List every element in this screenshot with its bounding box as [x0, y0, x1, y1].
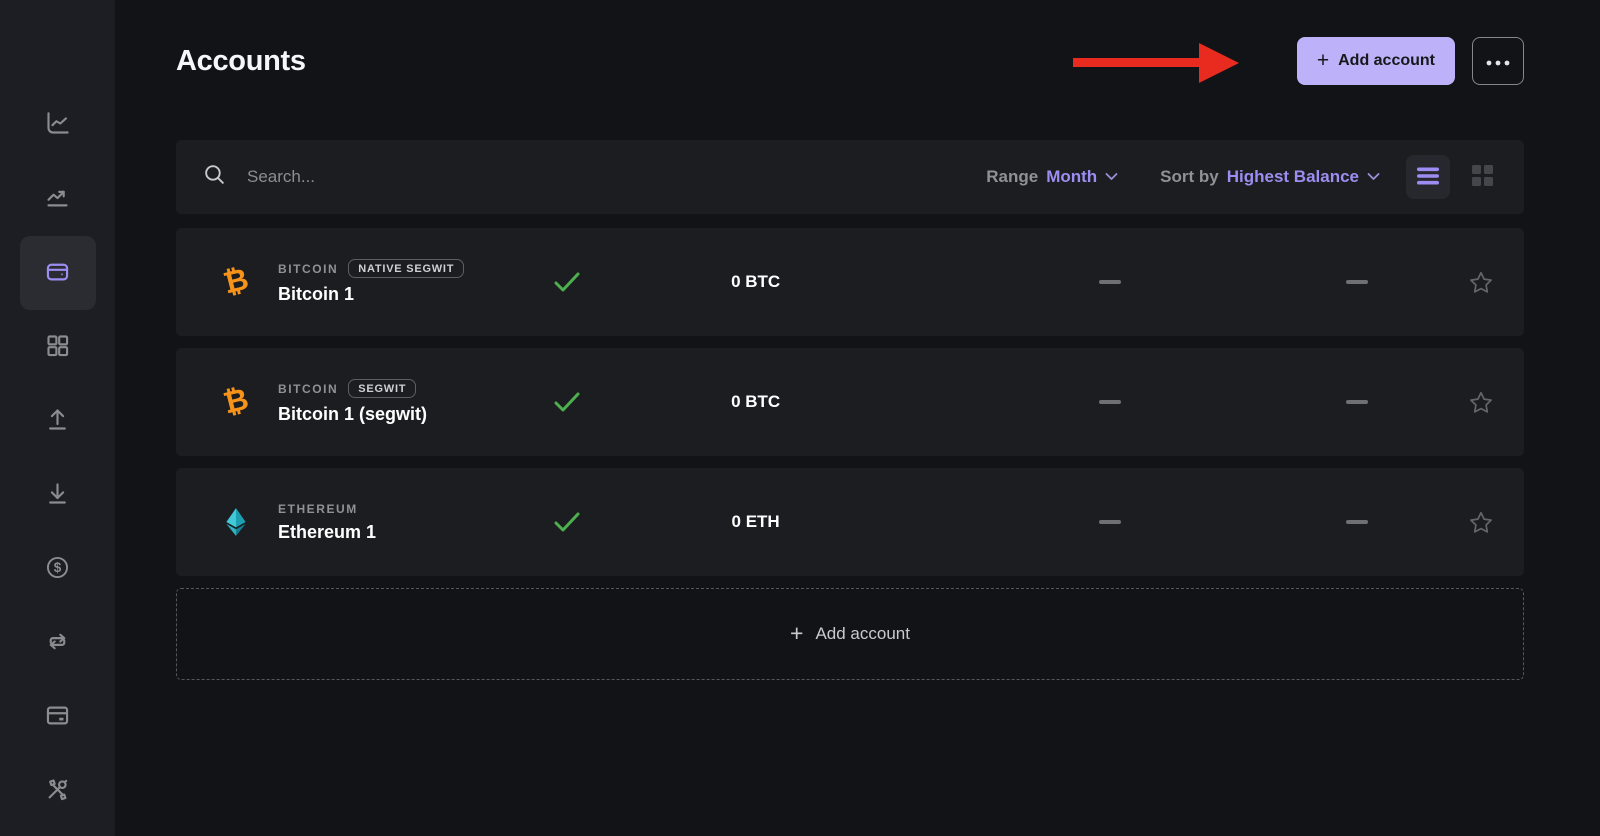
account-name: Ethereum 1 [278, 522, 376, 543]
countervalue-placeholder [1080, 468, 1140, 576]
account-info: BITCOIN SEGWIT Bitcoin 1 (segwit) [278, 379, 427, 425]
list-view-icon [1416, 166, 1440, 189]
swap-arrows-icon [44, 628, 71, 658]
add-account-dashed-label: Add account [815, 624, 910, 644]
sidebar-item-accounts[interactable] [20, 236, 96, 310]
receive-arrow-down-icon [44, 480, 71, 510]
star-favorite-icon[interactable] [1459, 348, 1503, 456]
range-dropdown[interactable]: Range Month [986, 167, 1118, 187]
search-input[interactable] [247, 167, 667, 187]
account-name: Bitcoin 1 [278, 284, 464, 305]
currency-label: BITCOIN [278, 382, 338, 396]
star-favorite-icon[interactable] [1459, 228, 1503, 336]
add-account-dashed-button[interactable]: + Add account [176, 588, 1524, 680]
sync-status-check-icon [537, 228, 597, 336]
account-row-ethereum-1[interactable]: ETHEREUM Ethereum 1 0 ETH [176, 468, 1524, 576]
accounts-page: Accounts + Add account [115, 0, 1600, 836]
apps-grid-icon [44, 332, 71, 362]
chevron-down-icon [1367, 168, 1380, 186]
range-label: Range [986, 167, 1038, 187]
account-balance: 0 BTC [731, 392, 780, 412]
countervalue-placeholder [1080, 228, 1140, 336]
add-account-button[interactable]: + Add account [1297, 37, 1455, 85]
account-row-bitcoin-1[interactable]: ₿ BITCOIN NATIVE SEGWIT Bitcoin 1 0 BTC [176, 228, 1524, 336]
sort-label: Sort by [1160, 167, 1219, 187]
account-name: Bitcoin 1 (segwit) [278, 404, 427, 425]
address-type-badge: NATIVE SEGWIT [348, 259, 464, 278]
plus-icon: + [790, 622, 803, 645]
dollar-circle-icon: $ [44, 554, 71, 584]
wallet-icon [44, 258, 71, 288]
bitcoin-icon: ₿ [216, 265, 256, 299]
account-info: BITCOIN NATIVE SEGWIT Bitcoin 1 [278, 259, 464, 305]
countervalue-placeholder [1080, 348, 1140, 456]
ellipsis-icon [1486, 54, 1510, 69]
sort-dropdown[interactable]: Sort by Highest Balance [1160, 167, 1380, 187]
sidebar-item-tools[interactable] [20, 754, 96, 828]
currency-label: ETHEREUM [278, 502, 358, 516]
account-info: ETHEREUM Ethereum 1 [278, 502, 376, 543]
sidebar-item-swap[interactable] [20, 606, 96, 680]
star-favorite-icon[interactable] [1459, 468, 1503, 576]
range-value: Month [1046, 167, 1097, 187]
send-arrow-up-icon [44, 406, 71, 436]
search-box [202, 162, 986, 192]
tools-wrench-icon [44, 776, 71, 806]
bitcoin-icon: ₿ [216, 385, 256, 419]
sync-status-check-icon [537, 348, 597, 456]
sidebar-item-portfolio[interactable] [20, 88, 96, 162]
sidebar-item-send[interactable] [20, 384, 96, 458]
portfolio-chart-icon [44, 110, 71, 140]
list-view-button[interactable] [1406, 155, 1450, 199]
header-actions: + Add account [1297, 37, 1524, 85]
more-options-button[interactable] [1472, 37, 1524, 85]
page-header: Accounts + Add account [176, 36, 1524, 86]
ethereum-icon [216, 507, 256, 537]
chevron-down-icon [1105, 168, 1118, 186]
plus-icon: + [1317, 50, 1329, 71]
add-account-button-label: Add account [1338, 52, 1435, 70]
page-title: Accounts [176, 45, 306, 78]
sort-value: Highest Balance [1227, 167, 1359, 187]
address-type-badge: SEGWIT [348, 379, 416, 398]
grid-view-button[interactable] [1460, 155, 1504, 199]
sidebar-item-market[interactable] [20, 162, 96, 236]
sidebar-item-discover[interactable] [20, 310, 96, 384]
svg-text:$: $ [54, 560, 62, 575]
grid-view-icon [1471, 164, 1494, 190]
account-balance: 0 ETH [732, 512, 780, 532]
accounts-list: ₿ BITCOIN NATIVE SEGWIT Bitcoin 1 0 BTC … [176, 228, 1524, 576]
sidebar: $ [0, 0, 115, 836]
sync-status-check-icon [537, 468, 597, 576]
sidebar-item-buy-sell[interactable]: $ [20, 532, 96, 606]
sidebar-item-receive[interactable] [20, 458, 96, 532]
card-icon [44, 702, 71, 732]
delta-placeholder [1327, 228, 1387, 336]
sidebar-item-card[interactable] [20, 680, 96, 754]
account-balance: 0 BTC [731, 272, 780, 292]
currency-label: BITCOIN [278, 262, 338, 276]
accounts-toolbar: Range Month Sort by Highest Balance [176, 140, 1524, 214]
market-trend-icon [44, 184, 71, 214]
account-row-bitcoin-1-segwit[interactable]: ₿ BITCOIN SEGWIT Bitcoin 1 (segwit) 0 BT… [176, 348, 1524, 456]
view-toggles [1406, 155, 1504, 199]
search-icon [202, 162, 227, 192]
delta-placeholder [1327, 468, 1387, 576]
delta-placeholder [1327, 348, 1387, 456]
